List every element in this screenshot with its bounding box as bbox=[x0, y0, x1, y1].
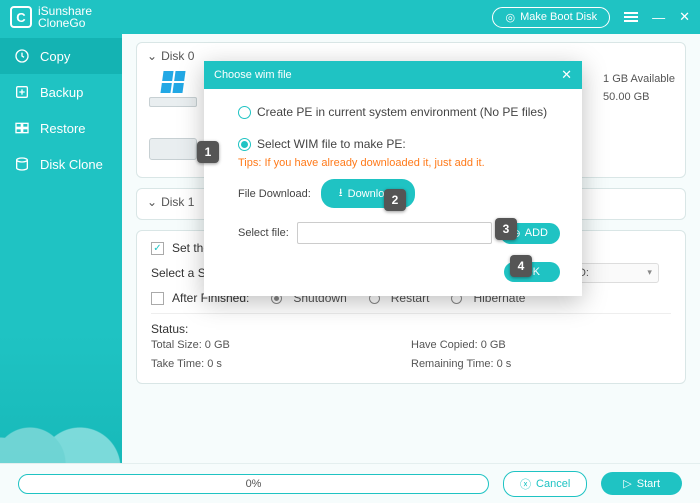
sidebar-item-label: Restore bbox=[40, 121, 86, 136]
callout-2: 2 bbox=[384, 189, 406, 211]
disc-icon: ◎ bbox=[505, 11, 515, 24]
progress-bar: 0% bbox=[18, 474, 489, 494]
disk0-os-icon bbox=[147, 69, 199, 109]
callout-1: 1 bbox=[197, 141, 219, 163]
brand-line2: CloneGo bbox=[38, 17, 92, 29]
cancel-button[interactable]: ⓧCancel bbox=[503, 471, 587, 497]
sidebar-item-disk-clone[interactable]: Disk Clone bbox=[0, 146, 122, 182]
status-copied: Have Copied: 0 GB bbox=[411, 336, 671, 355]
menu-button[interactable] bbox=[624, 10, 638, 24]
make-boot-disk-button[interactable]: ◎ Make Boot Disk bbox=[492, 7, 610, 28]
sidebar-item-copy[interactable]: Copy bbox=[0, 38, 122, 74]
start-button[interactable]: ▷Start bbox=[601, 472, 682, 495]
decorative-clouds bbox=[0, 383, 122, 463]
radio-icon bbox=[238, 138, 251, 151]
select-file-label: Select file: bbox=[238, 227, 289, 239]
chevron-down-icon: ⌄ bbox=[147, 195, 157, 209]
bottom-bar: 0% ⓧCancel ▷Start bbox=[0, 463, 700, 503]
sidebar-item-backup[interactable]: Backup bbox=[0, 74, 122, 110]
copy-icon bbox=[14, 48, 30, 64]
callout-4: 4 bbox=[510, 255, 532, 277]
modal-title-text: Choose wim file bbox=[214, 69, 292, 81]
sidebar-item-label: Disk Clone bbox=[40, 157, 103, 172]
backup-icon bbox=[14, 84, 30, 100]
status-remaining: Remaining Time: 0 s bbox=[411, 355, 671, 374]
modal-tips: Tips: If you have already downloaded it,… bbox=[238, 157, 560, 169]
status-heading: Status: bbox=[151, 322, 671, 336]
brand-name: iSunshare CloneGo bbox=[38, 5, 92, 29]
chevron-down-icon: ⌄ bbox=[147, 49, 157, 63]
status-total: Total Size: 0 GB bbox=[151, 336, 411, 355]
sidebar-item-restore[interactable]: Restore bbox=[0, 110, 122, 146]
titlebar: C iSunshare CloneGo ◎ Make Boot Disk — ✕ bbox=[0, 0, 700, 34]
close-button[interactable]: ✕ bbox=[679, 9, 690, 25]
disk-clone-icon bbox=[14, 156, 30, 172]
option-select-wim[interactable]: Select WIM file to make PE: bbox=[238, 137, 560, 151]
disk0-size: 50.00 GB bbox=[603, 89, 675, 107]
disk0-available: 1 GB Available bbox=[603, 71, 675, 89]
modal-close-button[interactable]: ✕ bbox=[561, 67, 572, 83]
target-select[interactable]: D: bbox=[569, 263, 659, 283]
restore-icon bbox=[14, 120, 30, 136]
select-file-input[interactable] bbox=[297, 222, 492, 244]
sidebar-item-label: Backup bbox=[40, 85, 83, 100]
modal-titlebar: Choose wim file ✕ bbox=[204, 61, 582, 89]
brand: C iSunshare CloneGo bbox=[10, 5, 92, 29]
status-take-time: Take Time: 0 s bbox=[151, 355, 411, 374]
disk0-meta: 1 GB Available 50.00 GB bbox=[603, 71, 675, 106]
after-finished-checkbox[interactable] bbox=[151, 292, 164, 305]
radio-icon bbox=[238, 106, 251, 119]
brand-logo: C bbox=[10, 6, 32, 28]
callout-3: 3 bbox=[495, 218, 517, 240]
minimize-button[interactable]: — bbox=[652, 10, 665, 25]
disk0-drive-icon bbox=[147, 127, 199, 167]
sidebar: Copy Backup Restore Disk Clone bbox=[0, 34, 122, 463]
play-icon: ▷ bbox=[623, 477, 631, 490]
file-download-label: File Download: bbox=[238, 188, 311, 200]
cancel-icon: ⓧ bbox=[520, 476, 531, 492]
sidebar-item-label: Copy bbox=[40, 49, 70, 64]
make-boot-label: Make Boot Disk bbox=[520, 11, 597, 23]
download-icon: ⭳ bbox=[339, 184, 343, 203]
set-checkbox[interactable]: ✓ bbox=[151, 242, 164, 255]
option-create-pe[interactable]: Create PE in current system environment … bbox=[238, 105, 560, 119]
